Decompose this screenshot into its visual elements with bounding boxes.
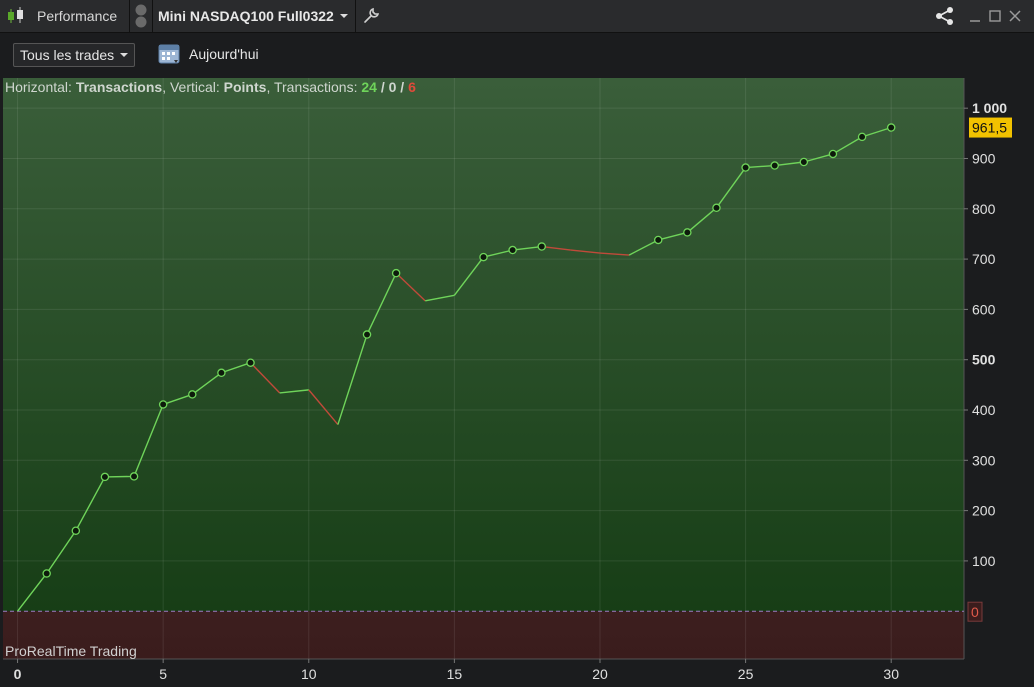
trade-point[interactable] (886, 123, 896, 132)
x-tick-label: 10 (301, 666, 317, 682)
trade-point[interactable] (857, 132, 867, 142)
trade-point[interactable] (129, 472, 139, 481)
chevron-down-icon (339, 14, 348, 18)
date-range-label[interactable]: Aujourd'hui (189, 46, 259, 62)
y-tick-label: 700 (972, 251, 996, 267)
chart-legend: Horizontal: Transactions, Vertical: Poin… (5, 79, 416, 95)
x-tick-label: 15 (447, 666, 463, 682)
x-axis: 0 5 10 15 20 25 30 (14, 659, 899, 682)
instrument-name: Mini NASDAQ100 Full0322 (158, 8, 334, 24)
trade-point[interactable] (391, 268, 401, 278)
legend-losses: 6 (408, 79, 416, 95)
x-tick-label: 25 (738, 666, 754, 682)
trade-point[interactable] (479, 252, 488, 262)
x-tick-label: 0 (14, 666, 22, 682)
trade-point[interactable] (362, 330, 372, 339)
legend-sep-2: / (396, 79, 409, 95)
trade-point[interactable] (828, 149, 838, 159)
trade-point[interactable] (158, 400, 168, 409)
x-tick-label: 20 (592, 666, 608, 682)
legend-horizontal-prefix: Horizontal: (5, 79, 76, 95)
chevron-down-icon (120, 53, 129, 57)
y-tick-label: 100 (972, 553, 996, 569)
x-tick-label: 30 (883, 666, 899, 682)
instrument-selector[interactable]: Mini NASDAQ100 Full0322 (158, 0, 348, 32)
legend-horizontal-value: Transactions (75, 79, 163, 95)
close-icon[interactable] (1008, 0, 1022, 32)
legend-wins: 24 (361, 79, 377, 95)
wrench-icon[interactable] (362, 0, 380, 32)
y-tick-label: 1 000 (972, 100, 1007, 116)
trade-point[interactable] (508, 245, 517, 255)
y-tick-label: 600 (972, 301, 996, 317)
trade-point[interactable] (537, 242, 546, 251)
y-tick-label: 500 (972, 352, 996, 368)
y-axis: 100 200 300 400 500 600 700 800 900 1 000 0 961,5 (964, 100, 1012, 622)
legend-sep-1: / (376, 79, 389, 95)
trade-point[interactable] (217, 368, 226, 378)
trade-point[interactable] (188, 390, 197, 399)
equity-chart: 1002003004005006007008009001 0000961,5 0… (3, 78, 1012, 682)
y-tick-label: 400 (972, 402, 996, 418)
trade-point[interactable] (246, 358, 255, 367)
y-tick-label: 200 (972, 503, 996, 519)
trade-filter-label: Tous les trades (20, 47, 115, 63)
trade-point[interactable] (100, 472, 110, 482)
share-icon[interactable] (934, 0, 956, 32)
legend-vertical-prefix: , Vertical: (162, 79, 224, 95)
watermark: ProRealTime Trading (5, 643, 137, 659)
legend-vertical-value: Points (223, 79, 267, 95)
maximize-icon[interactable] (988, 0, 1002, 32)
toolbar: Tous les trades Aujourd'hui (0, 33, 1034, 77)
legend-transactions-prefix: , Transactions: (266, 79, 362, 95)
trade-point[interactable] (770, 161, 779, 170)
trade-point[interactable] (712, 203, 721, 213)
trade-point[interactable] (683, 228, 692, 237)
trade-point[interactable] (42, 569, 51, 578)
calendar-icon[interactable] (157, 41, 183, 70)
trade-filter-dropdown[interactable]: Tous les trades (13, 43, 136, 67)
x-tick-label: 5 (159, 666, 167, 682)
trade-point[interactable] (799, 157, 809, 167)
y-tick-label: 900 (972, 150, 996, 166)
equity-segment (104, 475, 135, 478)
y-tick-label: 300 (972, 452, 996, 468)
zero-label: 0 (971, 604, 979, 620)
trade-point[interactable] (741, 163, 750, 172)
negative-area (3, 611, 964, 659)
candlestick-icon (6, 0, 28, 32)
window-titlebar: Performance Mini NASDAQ100 Full0322 (0, 0, 1034, 33)
link-toggle-icon[interactable] (133, 0, 149, 32)
y-tick-label: 800 (972, 201, 996, 217)
last-value-label: 961,5 (972, 120, 1007, 136)
trade-point[interactable] (71, 526, 81, 535)
minimize-icon[interactable] (968, 0, 982, 32)
trade-point[interactable] (653, 235, 663, 245)
app-label[interactable]: Performance (37, 8, 117, 24)
